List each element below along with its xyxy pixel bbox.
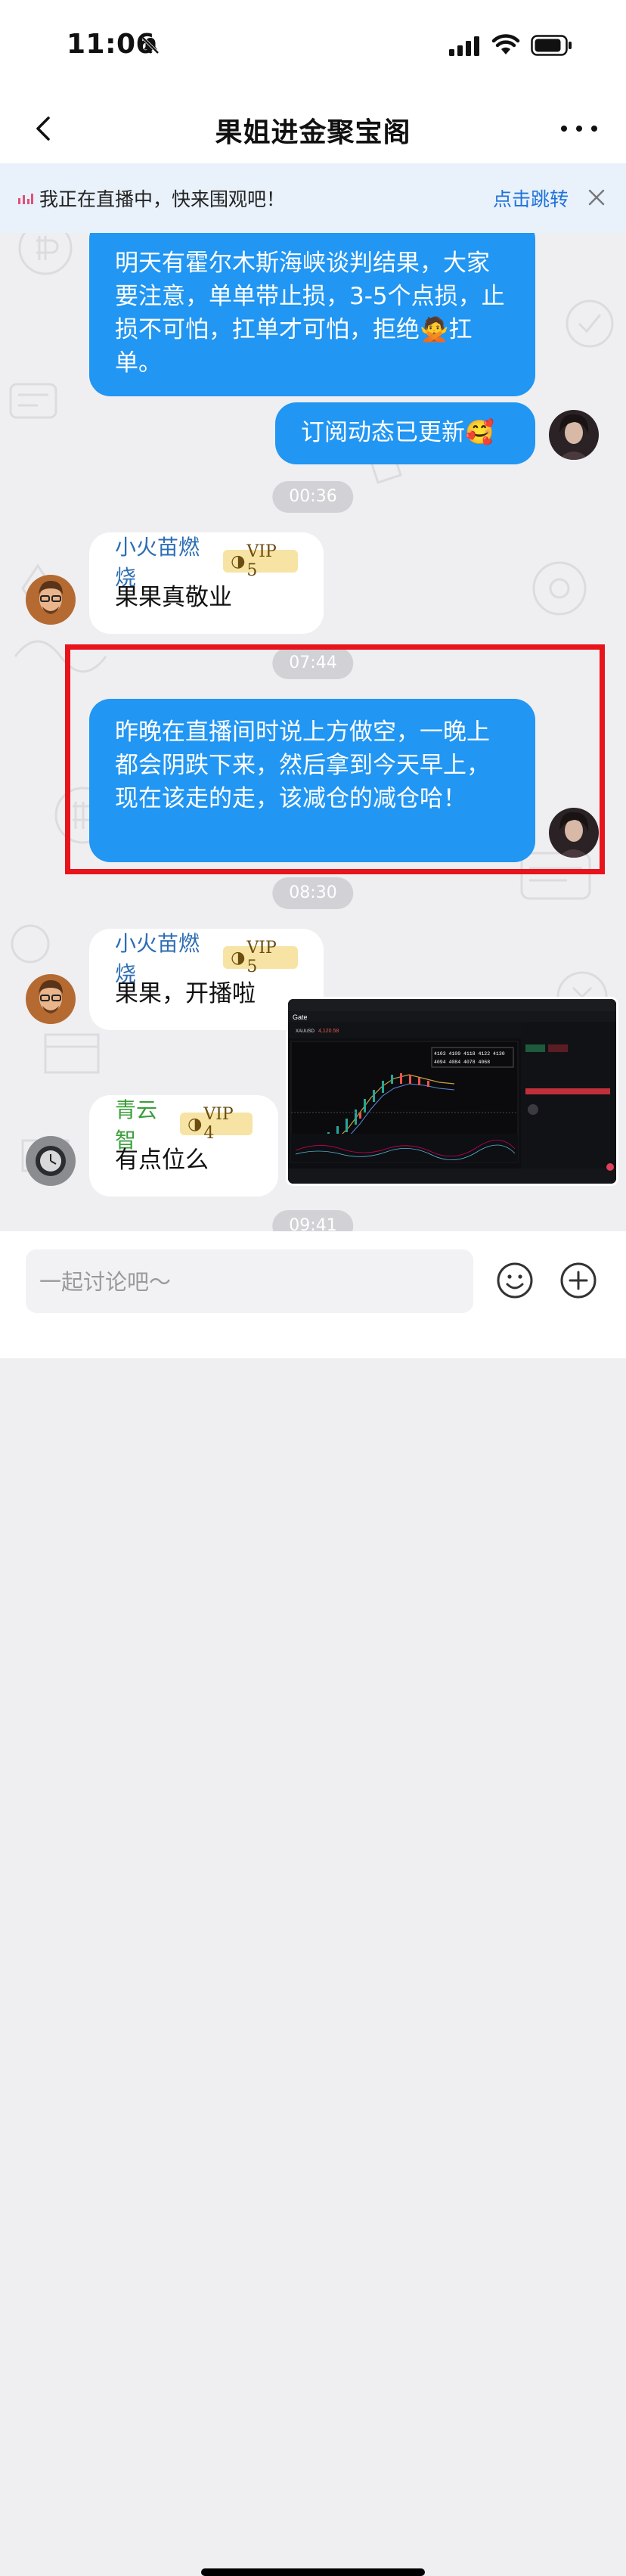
vip-badge: ◑ VIP 5: [223, 939, 298, 976]
message-input-container[interactable]: [26, 1249, 473, 1314]
timestamp: 00:36: [272, 481, 354, 513]
message-input[interactable]: [26, 1249, 449, 1314]
live-banner-text: 我正在直播中，快来围观吧！: [39, 188, 286, 210]
home-indicator: [201, 2568, 425, 2576]
battery-icon: [531, 35, 572, 56]
sender-row: 青云智 ◑ VIP 4: [115, 1097, 253, 1153]
smiley-icon[interactable]: [494, 1260, 535, 1301]
vip-logo-icon: ◑: [187, 1114, 203, 1134]
avatar-user-2[interactable]: [26, 1136, 76, 1186]
symbol-label: XAUUSD: [296, 1029, 315, 1034]
shared-trading-screenshot[interactable]: Gate XAUUSD 4,120.58 4103 4109 4118 4122…: [286, 997, 618, 1186]
live-jump-link[interactable]: 点击跳转: [493, 185, 569, 212]
vip-level: VIP 5: [246, 542, 277, 580]
avatar-user[interactable]: [26, 575, 76, 625]
message-bubble-incoming[interactable]: 青云智 ◑ VIP 4 有点位么: [89, 1095, 278, 1196]
message-text: 明天有霍尔木斯海峡谈判结果，大家要注意，单单带止损，3-5个点损，止损不可怕，扛…: [115, 250, 505, 377]
timestamp: 07:44: [272, 647, 354, 679]
trading-chart-thumbnail: Gate XAUUSD 4,120.58 4103 4109 4118 4122…: [288, 999, 616, 1184]
message-text: 订阅动态已更新🥰: [301, 419, 494, 446]
message-bubble-outgoing[interactable]: 订阅动态已更新🥰: [275, 402, 535, 464]
vip-badge: ◑ VIP 5: [223, 542, 298, 580]
ellipsis-icon[interactable]: [556, 113, 602, 144]
wifi-icon: [491, 34, 520, 54]
price-levels-row1: 4103 4109 4118 4122 4130: [434, 1051, 505, 1057]
page-title: 果姐进金聚宝阁: [215, 117, 411, 148]
price-label: 4,120.58: [318, 1029, 339, 1034]
close-icon[interactable]: [587, 188, 606, 207]
price-levels-row2: 4094 4084 4078 4068: [434, 1060, 490, 1065]
sender-row: 小火苗燃烧 ◑ VIP 5: [115, 535, 298, 590]
avatar-host[interactable]: [549, 808, 599, 858]
timestamp: 09:41: [272, 1210, 354, 1231]
composer-bar: [0, 1231, 626, 2576]
message-bubble-incoming[interactable]: 小火苗燃烧 ◑ VIP 5 果果真敬业: [89, 532, 324, 634]
status-bar: 11:06: [0, 0, 626, 91]
live-banner[interactable]: 我正在直播中，快来围观吧！ 点击跳转: [0, 163, 626, 233]
avatar-host[interactable]: [549, 410, 599, 460]
vip-level: VIP 4: [203, 1105, 234, 1143]
timestamp: 08:30: [272, 877, 354, 909]
gate-logo: Gate: [293, 1013, 308, 1021]
message-text: 果果，开播啦: [115, 980, 256, 1007]
nav-bar: 果姐进金聚宝阁: [0, 91, 626, 163]
vip-logo-icon: ◑: [231, 551, 246, 571]
vip-logo-icon: ◑: [231, 948, 246, 967]
plus-circle-icon[interactable]: [558, 1260, 599, 1301]
live-bars-icon: [18, 194, 33, 204]
avatar-user[interactable]: [26, 974, 76, 1024]
message-text: 有点位么: [115, 1147, 209, 1174]
sender-row: 小火苗燃烧 ◑ VIP 5: [115, 931, 298, 986]
message-bubble-outgoing[interactable]: 昨晚在直播间时说上方做空，一晚上都会阴跌下来，然后拿到今天早上，现在该走的走，该…: [89, 699, 535, 862]
vip-level: VIP 5: [246, 939, 277, 976]
message-text: 果果真敬业: [115, 584, 232, 611]
signal-icon: [449, 36, 479, 56]
message-text: 昨晚在直播间时说上方做空，一晚上都会阴跌下来，然后拿到今天早上，现在该走的走，该…: [115, 718, 490, 812]
bell-muted-icon: [141, 36, 160, 54]
vip-badge: ◑ VIP 4: [180, 1105, 253, 1143]
message-bubble-outgoing[interactable]: 明天有霍尔木斯海峡谈判结果，大家要注意，单单带止损，3-5个点损，止损不可怕，扛…: [89, 233, 535, 396]
